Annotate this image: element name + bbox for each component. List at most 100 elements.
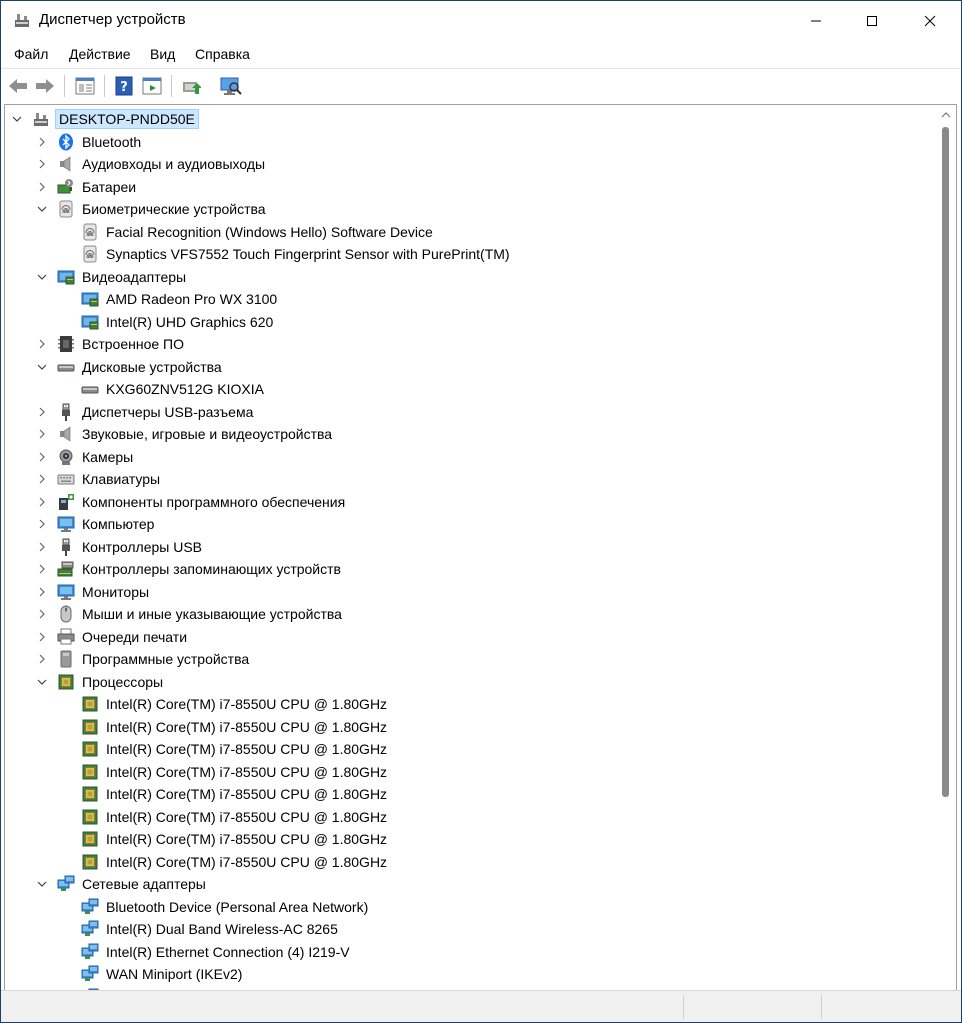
title-bar[interactable]: Диспетчер устройств [1, 1, 961, 40]
category-label: Программные устройства [82, 651, 250, 667]
scan-hardware-button[interactable] [219, 74, 243, 98]
tree-device[interactable]: Intel(R) Ethernet Connection (4) I219-V [5, 941, 935, 963]
update-driver-button[interactable] [179, 74, 203, 98]
tree-device[interactable]: Intel(R) Core(TM) i7-8550U CPU @ 1.80GHz [5, 783, 935, 805]
chevron-right-icon[interactable] [36, 586, 48, 598]
device-label: Intel(R) Core(TM) i7-8550U CPU @ 1.80GHz [106, 853, 388, 870]
maximize-button[interactable] [843, 1, 901, 40]
chevron-right-icon[interactable] [36, 473, 48, 485]
speaker-icon [60, 156, 71, 172]
tree-device[interactable]: KXG60ZNV512G KIOXIA [5, 378, 935, 400]
tree-device[interactable]: Intel(R) Core(TM) i7-8550U CPU @ 1.80GHz [5, 693, 935, 715]
tree-category[interactable]: Диспетчеры USB-разъема [5, 401, 935, 423]
tree-category[interactable]: Клавиатуры [5, 468, 935, 490]
chevron-right-icon[interactable] [36, 181, 48, 193]
tree-category[interactable]: Процессоры [5, 671, 935, 693]
tree-device[interactable]: Bluetooth Device (Personal Area Network) [5, 896, 935, 918]
tree-category[interactable]: Батареи [5, 176, 935, 198]
chevron-right-icon[interactable] [36, 563, 48, 575]
chevron-right-icon[interactable] [36, 451, 48, 463]
chevron-down-icon[interactable] [36, 361, 48, 373]
tree-category[interactable]: Встроенное ПО [5, 333, 935, 355]
status-divider [683, 995, 684, 1019]
mouse-icon [60, 605, 72, 623]
chevron-right-icon[interactable] [36, 338, 48, 350]
processor-icon [82, 764, 98, 779]
tree-device[interactable]: Intel(R) UHD Graphics 620 [5, 311, 935, 333]
tree-category[interactable]: Контроллеры USB [5, 536, 935, 558]
tree-category[interactable]: Камеры [5, 446, 935, 468]
tree-category[interactable]: Мониторы [5, 581, 935, 603]
toolbar-separator [104, 75, 105, 97]
tree-category[interactable]: Bluetooth [5, 131, 935, 153]
menu-action[interactable]: Действие [69, 46, 131, 62]
scroll-up-arrow-icon[interactable] [941, 110, 951, 120]
properties-icon [142, 77, 162, 95]
tree-category[interactable]: Мыши и иные указывающие устройства [5, 603, 935, 625]
tree-category[interactable]: Биометрические устройства [5, 198, 935, 220]
chevron-down-icon[interactable] [36, 271, 48, 283]
menu-view[interactable]: Вид [150, 46, 175, 62]
display-adapter-icon [57, 270, 75, 284]
tree-device[interactable]: Intel(R) Core(TM) i7-8550U CPU @ 1.80GHz [5, 806, 935, 828]
tree-device[interactable]: Facial Recognition (Windows Hello) Softw… [5, 221, 935, 243]
minimize-icon [811, 20, 821, 21]
chevron-right-icon[interactable] [36, 653, 48, 665]
device-label: Intel(R) UHD Graphics 620 [106, 313, 274, 330]
chevron-right-icon[interactable] [36, 541, 48, 553]
tree-category[interactable]: Компьютер [5, 513, 935, 535]
tree-device[interactable]: Intel(R) Core(TM) i7-8550U CPU @ 1.80GHz [5, 716, 935, 738]
tree-device[interactable]: Intel(R) Core(TM) i7-8550U CPU @ 1.80GHz [5, 828, 935, 850]
tree-category[interactable]: Очереди печати [5, 626, 935, 648]
category-label: Контроллеры USB [82, 538, 202, 555]
properties-button[interactable] [140, 74, 164, 98]
tree-device[interactable]: Intel(R) Dual Band Wireless-AC 8265 [5, 918, 935, 940]
help-button[interactable]: ? [112, 74, 136, 98]
chevron-right-icon[interactable] [36, 608, 48, 620]
tree-device[interactable]: WAN Miniport (IKEv2) [5, 963, 935, 985]
tree-root[interactable]: DESKTOP-PNDD50E [5, 108, 935, 130]
vertical-scrollbar[interactable] [937, 105, 955, 989]
tree-category[interactable]: Контроллеры запоминающих устройств [5, 558, 935, 580]
device-tree[interactable]: DESKTOP-PNDD50E Bluetooth Аудиовходы и ауд… [4, 104, 957, 990]
tree-category[interactable]: Аудиовходы и аудиовыходы [5, 153, 935, 175]
chevron-down-icon[interactable] [36, 676, 48, 688]
tree-category[interactable]: Компоненты программного обеспечения [5, 491, 935, 513]
tree-category[interactable]: Сетевые адаптеры [5, 873, 935, 895]
tree-device[interactable]: AMD Radeon Pro WX 3100 [5, 288, 935, 310]
tree-device[interactable]: Intel(R) Core(TM) i7-8550U CPU @ 1.80GHz [5, 761, 935, 783]
chevron-right-icon[interactable] [36, 631, 48, 643]
tree-category[interactable]: Звуковые, игровые и видеоустройства [5, 423, 935, 445]
device-label: Intel(R) Core(TM) i7-8550U CPU @ 1.80GHz [106, 786, 388, 802]
chevron-right-icon[interactable] [36, 136, 48, 148]
menu-file[interactable]: Файл [14, 46, 48, 62]
menu-help[interactable]: Справка [195, 46, 250, 62]
back-button[interactable] [6, 74, 30, 98]
scroll-thumb[interactable] [942, 127, 949, 797]
chevron-right-icon[interactable] [36, 158, 48, 170]
category-label: Дисковые устройства [82, 358, 222, 375]
display-adapter-icon [81, 292, 99, 307]
minimize-button[interactable] [787, 1, 845, 40]
device-label: Facial Recognition (Windows Hello) Softw… [106, 223, 433, 240]
tree-device[interactable]: Synaptics VFS7552 Touch Fingerprint Sens… [5, 243, 935, 265]
device-label: Intel(R) Core(TM) i7-8550U CPU @ 1.80GHz [106, 718, 388, 735]
tree-device[interactable]: Intel(R) Core(TM) i7-8550U CPU @ 1.80GHz [5, 851, 935, 873]
forward-button[interactable] [33, 74, 57, 98]
chevron-right-icon[interactable] [36, 428, 48, 440]
tree-device[interactable]: Intel(R) Core(TM) i7-8550U CPU @ 1.80GHz [5, 738, 935, 760]
chevron-right-icon[interactable] [36, 496, 48, 508]
category-label: Видеоадаптеры [82, 268, 187, 285]
storage-controller-icon [57, 561, 74, 577]
chevron-right-icon[interactable] [36, 518, 48, 530]
show-hide-console-tree-button[interactable] [73, 74, 97, 98]
network-adapter-icon [57, 875, 75, 891]
tree-category[interactable]: Дисковые устройства [5, 356, 935, 378]
tree-category[interactable]: Видеоадаптеры [5, 266, 935, 288]
chevron-down-icon[interactable] [11, 113, 23, 125]
chevron-down-icon[interactable] [36, 203, 48, 215]
chevron-down-icon[interactable] [36, 878, 48, 890]
close-button[interactable] [901, 1, 959, 40]
chevron-right-icon[interactable] [36, 406, 48, 418]
tree-category[interactable]: Программные устройства [5, 648, 935, 670]
